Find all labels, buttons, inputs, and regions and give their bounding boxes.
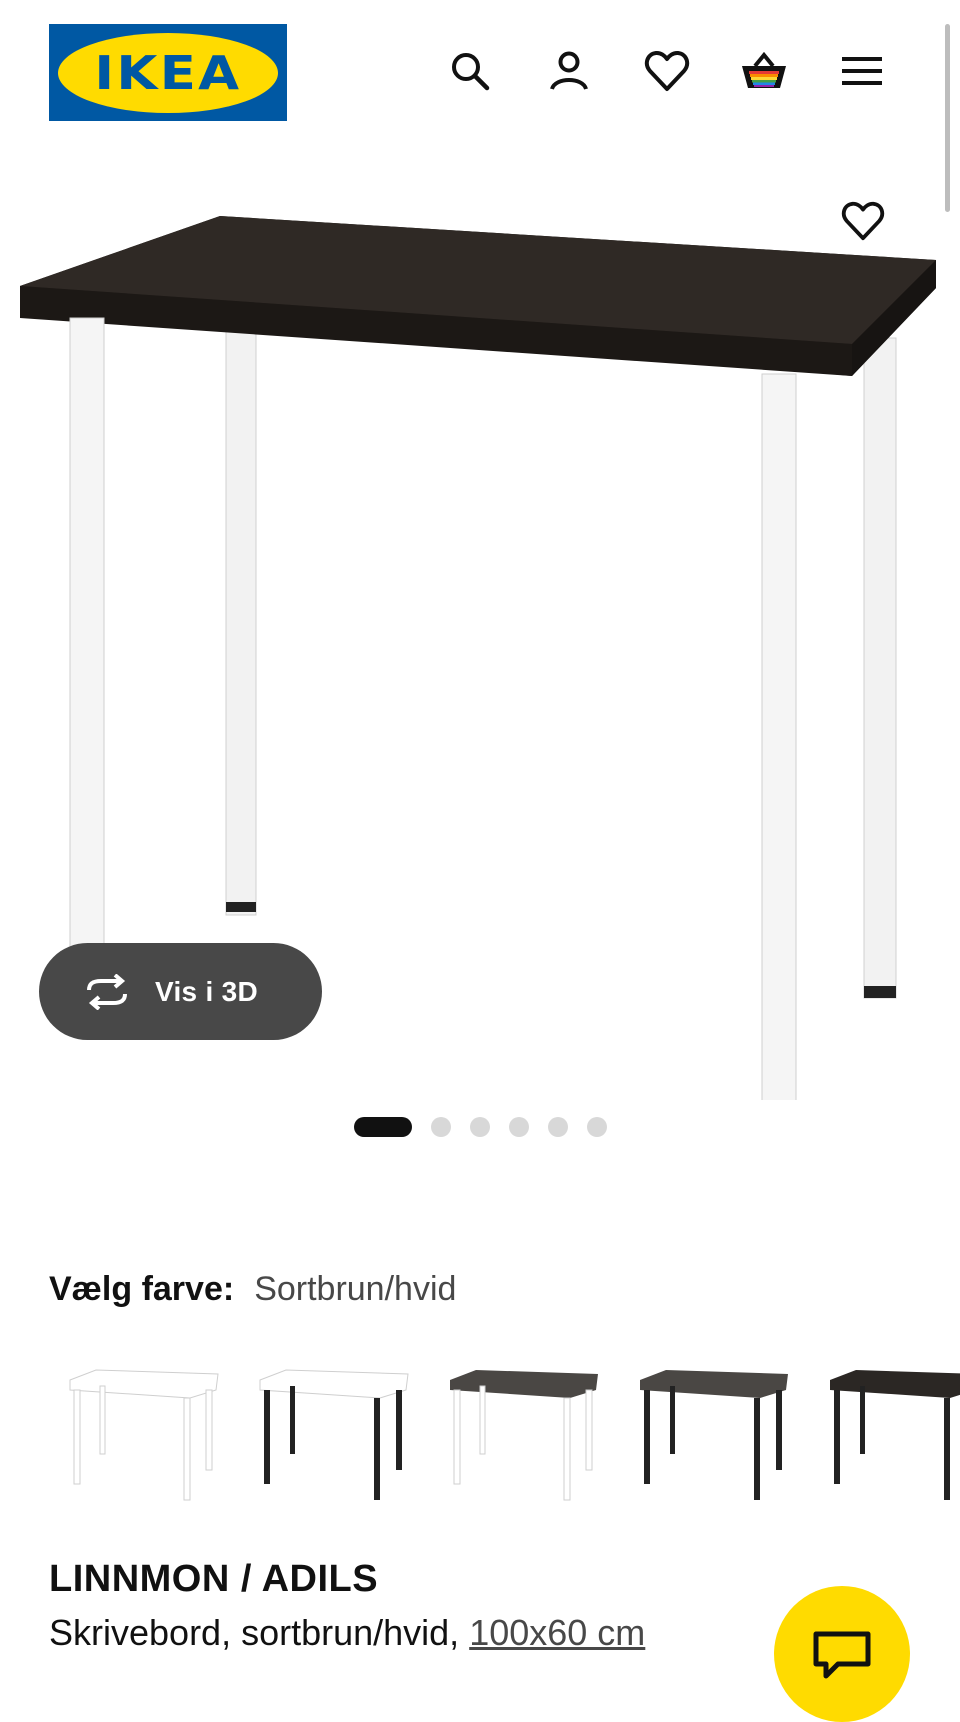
logo-oval: IKEA xyxy=(58,32,278,113)
basket-icon[interactable] xyxy=(738,45,790,97)
product-description-text: Skrivebord, sortbrun/hvid, xyxy=(49,1612,470,1653)
product-description: Skrivebord, sortbrun/hvid, 100x60 cm xyxy=(49,1612,645,1654)
product-size-link[interactable]: 100x60 cm xyxy=(469,1612,645,1653)
swatch-blackbrown-black[interactable] xyxy=(820,1360,960,1510)
carousel-dot[interactable] xyxy=(431,1117,451,1137)
swatch-grey-black[interactable] xyxy=(630,1360,798,1510)
product-name: LINNMON / ADILS xyxy=(49,1558,379,1600)
view-in-3d-label: Vis i 3D xyxy=(155,975,259,1007)
carousel-dot[interactable] xyxy=(509,1117,529,1137)
color-label: Vælg farve: xyxy=(49,1270,235,1308)
carousel-dots xyxy=(354,1116,626,1138)
carousel-dot[interactable] xyxy=(470,1117,490,1137)
color-selection: Vælg farve: Sortbrun/hvid xyxy=(49,1270,456,1309)
account-icon[interactable] xyxy=(543,45,595,97)
swatch-grey-white[interactable] xyxy=(440,1360,608,1510)
rotate-icon xyxy=(87,973,127,1010)
swatch-white-white[interactable] xyxy=(60,1360,228,1510)
color-swatches xyxy=(40,1360,960,1510)
heart-icon xyxy=(841,201,885,241)
heart-icon[interactable] xyxy=(641,45,693,97)
logo-registered-mark: ® xyxy=(270,52,279,64)
color-value: Sortbrun/hvid xyxy=(254,1270,457,1308)
chat-button[interactable] xyxy=(774,1586,910,1722)
carousel-dot[interactable] xyxy=(587,1117,607,1137)
logo-text: IKEA xyxy=(94,45,242,100)
view-in-3d-button[interactable]: Vis i 3D xyxy=(39,943,322,1040)
add-to-favorites-button[interactable] xyxy=(830,188,896,254)
chat-icon xyxy=(813,1631,871,1679)
ikea-logo[interactable]: IKEA ® xyxy=(49,24,287,121)
carousel-dot[interactable] xyxy=(548,1117,568,1137)
header: IKEA ® xyxy=(0,0,960,140)
search-icon[interactable] xyxy=(444,45,496,97)
swatch-white-black[interactable] xyxy=(250,1360,418,1510)
carousel-dot[interactable] xyxy=(354,1117,412,1137)
menu-icon[interactable] xyxy=(836,45,888,97)
